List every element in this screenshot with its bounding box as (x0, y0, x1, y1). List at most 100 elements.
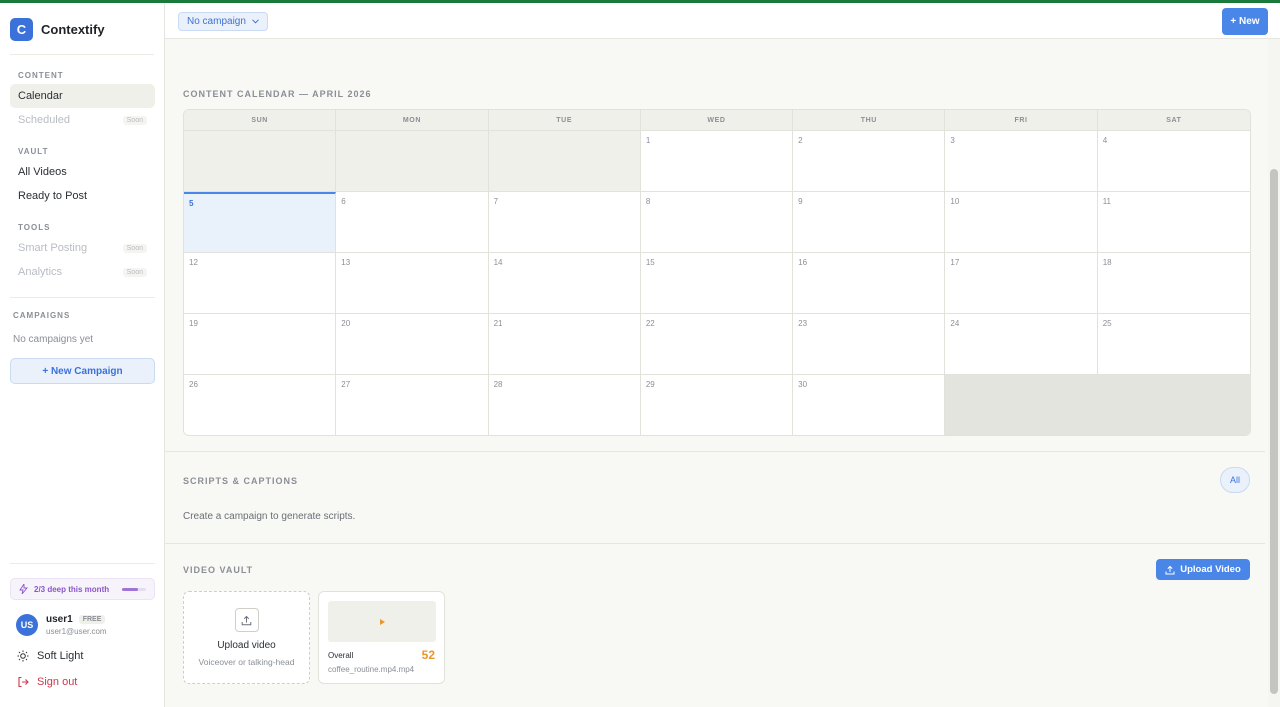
scripts-title: SCRIPTS & CAPTIONS (183, 476, 299, 486)
calendar-day[interactable]: 30 (793, 375, 946, 435)
sidebar-item-scheduled[interactable]: Scheduled Soon (10, 108, 155, 132)
scrollbar[interactable] (1268, 39, 1280, 707)
new-button[interactable]: + New (1222, 8, 1268, 35)
sidebar-item-ready-to-post[interactable]: Ready to Post (10, 184, 155, 208)
divider (10, 563, 155, 564)
sign-out-label: Sign out (37, 676, 78, 688)
calendar-day[interactable]: 20 (336, 314, 489, 375)
calendar-day-number: 26 (189, 380, 198, 389)
calendar-day[interactable]: 15 (640, 253, 794, 314)
calendar-day[interactable]: 8 (640, 192, 794, 253)
calendar-day[interactable]: 27 (336, 375, 489, 435)
calendar-day-number: 12 (189, 258, 198, 267)
content-calendar: SUN MON TUE WED THU FRI SAT 1 2 3 4 5 6 7 8 9 10 11 12 13 1… (183, 109, 1251, 436)
user-name-row: user1 FREE (46, 614, 107, 625)
calendar-day[interactable]: 1 (640, 131, 794, 192)
calendar-empty-cell (945, 375, 1098, 435)
upload-icon (241, 615, 252, 625)
calendar-day[interactable]: 11 (1097, 192, 1250, 253)
divider (10, 297, 155, 298)
weekday-label: TUE (489, 110, 641, 130)
calendar-day[interactable]: 28 (488, 375, 641, 435)
user-email: user1@user.com (46, 627, 107, 636)
brand-logo: C (10, 18, 33, 41)
calendar-day[interactable]: 16 (793, 253, 946, 314)
divider (10, 54, 154, 55)
calendar-day[interactable]: 7 (488, 192, 641, 253)
campaign-select[interactable]: No campaign (178, 12, 268, 31)
sidebar-item-analytics[interactable]: Analytics Soon (10, 260, 155, 284)
new-campaign-button[interactable]: + New Campaign (10, 358, 155, 384)
sign-out-icon (18, 676, 29, 688)
calendar-day-number: 16 (798, 258, 808, 267)
sidebar-item-smart-posting[interactable]: Smart Posting Soon (10, 236, 155, 260)
calendar-day[interactable]: 2 (793, 131, 946, 192)
calendar-day[interactable]: 26 (184, 375, 337, 435)
sidebar-item-all-videos[interactable]: All Videos (10, 160, 155, 184)
upload-video-card[interactable]: Upload video Voiceover or talking-head (183, 591, 310, 684)
calendar-day[interactable]: 29 (640, 375, 794, 435)
calendar-day-number: 8 (645, 197, 651, 206)
soon-badge: Soon (122, 267, 147, 277)
scripts-empty-text: Create a campaign to generate scripts. (183, 511, 356, 522)
upload-video-button[interactable]: Upload Video (1156, 559, 1250, 580)
calendar-day[interactable]: 18 (1097, 253, 1250, 314)
play-icon (379, 618, 385, 625)
sign-out-button[interactable]: Sign out (17, 676, 77, 688)
calendar-day[interactable]: 25 (1097, 314, 1250, 375)
calendar-day-number: 5 (189, 199, 194, 208)
calendar-empty-cell (488, 131, 641, 192)
scrollbar-thumb[interactable] (1270, 169, 1278, 694)
calendar-day[interactable]: 22 (640, 314, 794, 375)
theme-toggle[interactable]: Soft Light (17, 650, 83, 662)
scripts-filter-all[interactable]: All (1220, 467, 1250, 493)
section-label-vault: VAULT (18, 147, 49, 156)
calendar-day[interactable]: 21 (488, 314, 641, 375)
upload-icon-box (234, 608, 259, 632)
weekday-label: THU (793, 110, 946, 130)
calendar-day-number: 28 (493, 380, 503, 389)
sidebar-item-label: Ready to Post (18, 190, 88, 202)
score-label: Overall (328, 651, 354, 660)
calendar-day-number: 23 (798, 319, 808, 328)
calendar-day-number: 10 (950, 197, 960, 206)
calendar-day-number: 21 (493, 319, 503, 328)
sidebar-item-calendar[interactable]: Calendar (10, 84, 155, 108)
sun-icon (17, 650, 29, 662)
calendar-day-number: 6 (341, 197, 346, 206)
main-content: CONTENT CALENDAR — APRIL 2026 SUN MON TUE W… (165, 39, 1265, 707)
calendar-day[interactable]: 10 (945, 192, 1098, 253)
sidebar-item-label: Analytics (18, 266, 63, 278)
calendar-day[interactable]: 5 (184, 192, 337, 253)
calendar-day[interactable]: 23 (793, 314, 946, 375)
calendar-day-number: 20 (341, 319, 351, 328)
calendar-day[interactable]: 17 (945, 253, 1098, 314)
user-profile[interactable]: US user1 FREE user1@user.com (16, 614, 107, 636)
brand[interactable]: C Contextify (10, 18, 105, 41)
calendar-day-number: 1 (645, 136, 651, 145)
calendar-day[interactable]: 13 (336, 253, 489, 314)
calendar-day[interactable]: 4 (1097, 131, 1250, 192)
upload-video-label: Upload Video (1180, 564, 1241, 575)
calendar-day[interactable]: 19 (184, 314, 337, 375)
sidebar-item-label: Smart Posting (18, 242, 88, 254)
weekday-label: FRI (945, 110, 1098, 130)
video-card[interactable]: Overall 52 coffee_routine.mp4.mp4 (318, 591, 445, 684)
calendar-day[interactable]: 24 (945, 314, 1098, 375)
top-header: No campaign + New (165, 3, 1280, 39)
calendar-day[interactable]: 12 (184, 253, 337, 314)
usage-text: 2/3 deep this month (34, 584, 110, 594)
brand-name: Contextify (41, 22, 105, 37)
calendar-day-number: 24 (950, 319, 960, 328)
calendar-day[interactable]: 14 (488, 253, 641, 314)
calendar-day[interactable]: 9 (793, 192, 946, 253)
video-thumbnail[interactable] (328, 601, 436, 642)
calendar-day-number: 19 (189, 319, 198, 328)
calendar-day[interactable]: 3 (945, 131, 1098, 192)
calendar-day[interactable]: 6 (336, 192, 489, 253)
calendar-day-number: 14 (493, 258, 503, 267)
calendar-day-number: 9 (798, 197, 803, 206)
plan-badge: FREE (78, 615, 106, 624)
calendar-empty-cell (336, 131, 489, 192)
calendar-day-number: 4 (1102, 136, 1108, 145)
